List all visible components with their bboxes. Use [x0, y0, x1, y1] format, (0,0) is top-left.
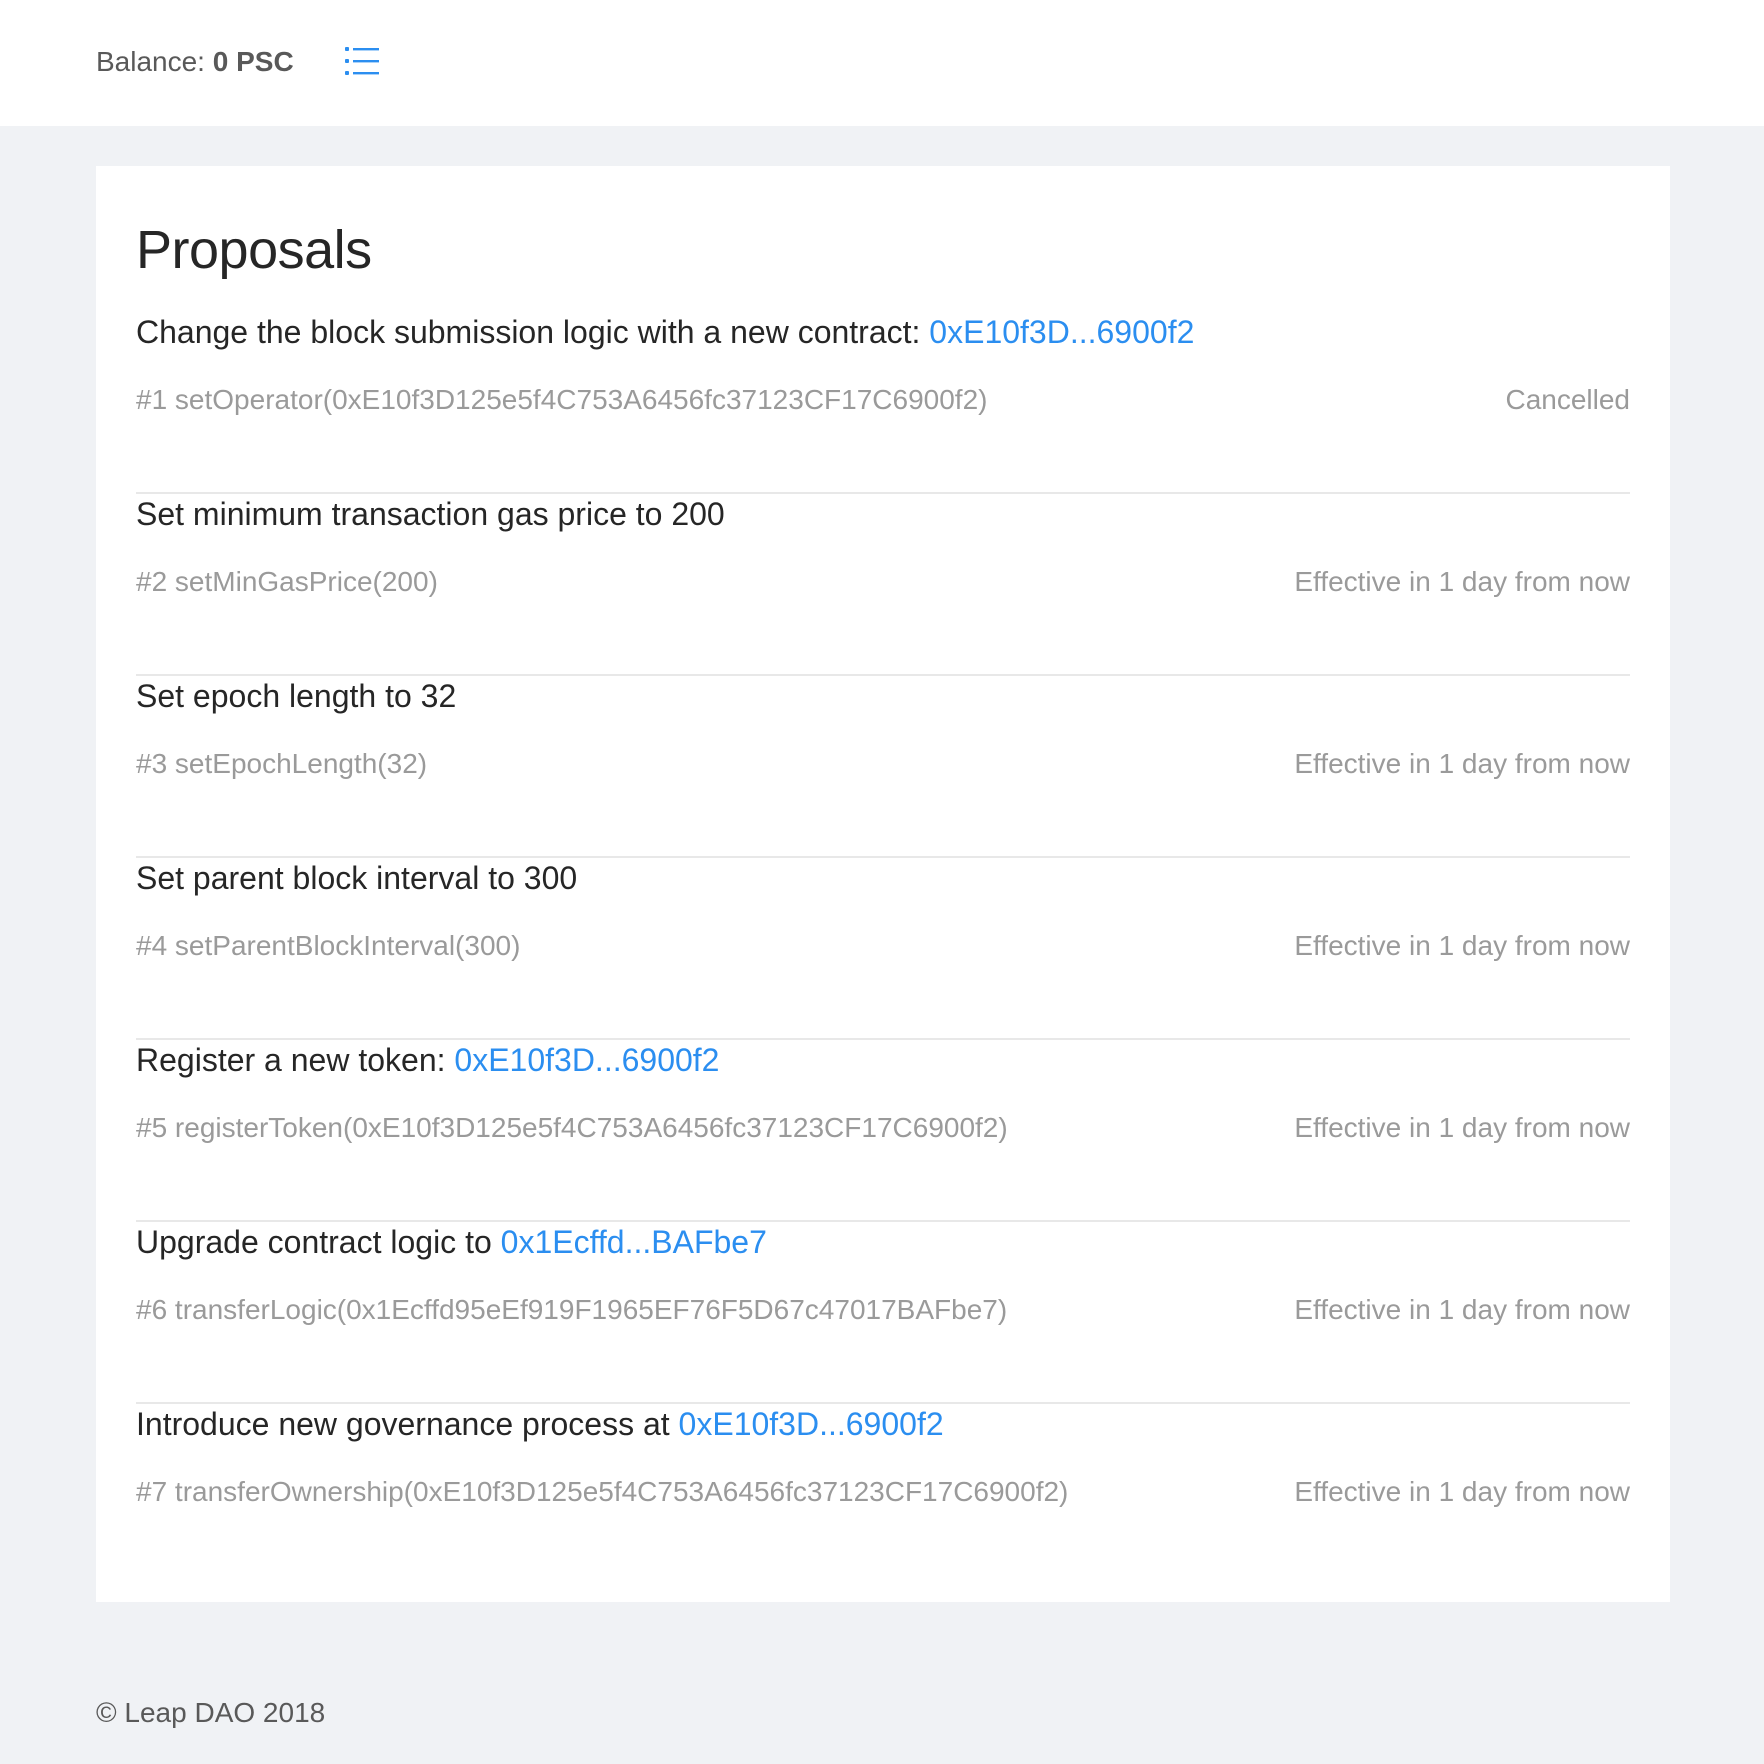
top-header: Balance: 0 PSC — [0, 0, 1764, 126]
footer-copyright: © Leap DAO 2018 — [96, 1697, 326, 1728]
proposal-call: #2 setMinGasPrice(200) — [136, 566, 438, 597]
proposal-call: #4 setParentBlockInterval(300) — [136, 930, 521, 961]
proposal-title: Set epoch length to 32 — [136, 676, 456, 716]
proposal-call: #6 transferLogic(0x1Ecffd95eEf919F1965EF… — [136, 1294, 1008, 1325]
page-title: Proposals — [136, 220, 372, 280]
proposals-card: Proposals Change the block submission lo… — [96, 166, 1670, 1602]
proposal-title-text: Set minimum transaction gas price to 200 — [136, 496, 725, 532]
proposal-item: Set minimum transaction gas price to 200… — [136, 494, 1630, 676]
proposal-status: Cancelled — [1505, 384, 1630, 415]
proposal-status: Effective in 1 day from now — [1294, 930, 1630, 961]
proposal-title: Change the block submission logic with a… — [136, 312, 1194, 352]
proposal-call: #5 registerToken(0xE10f3D125e5f4C753A645… — [136, 1112, 1008, 1143]
proposal-title: Introduce new governance process at 0xE1… — [136, 1404, 944, 1444]
proposal-item: Set parent block interval to 300 #4 setP… — [136, 858, 1630, 1040]
proposal-address-link[interactable]: 0xE10f3D...6900f2 — [929, 314, 1194, 350]
list-icon[interactable] — [343, 44, 381, 78]
proposal-status: Effective in 1 day from now — [1294, 1476, 1630, 1507]
proposal-address-link[interactable]: 0xE10f3D...6900f2 — [679, 1406, 944, 1442]
proposal-status: Effective in 1 day from now — [1294, 1294, 1630, 1325]
proposal-title-text: Register a new token: — [136, 1042, 446, 1078]
proposal-item: Introduce new governance process at 0xE1… — [136, 1404, 1630, 1586]
proposal-item: Set epoch length to 32 #3 setEpochLength… — [136, 676, 1630, 858]
proposal-title-text: Set epoch length to 32 — [136, 678, 457, 714]
proposal-title-text: Upgrade contract logic to — [136, 1224, 492, 1260]
proposal-status: Effective in 1 day from now — [1294, 748, 1630, 779]
proposal-item: Register a new token: 0xE10f3D...6900f2 … — [136, 1040, 1630, 1222]
balance-label: Balance: — [96, 46, 205, 77]
proposal-status: Effective in 1 day from now — [1294, 566, 1630, 597]
proposal-call: #1 setOperator(0xE10f3D125e5f4C753A6456f… — [136, 384, 988, 415]
proposal-title-text: Set parent block interval to 300 — [136, 860, 578, 896]
proposal-title-text: Introduce new governance process at — [136, 1406, 670, 1442]
proposal-item: Upgrade contract logic to 0x1Ecffd...BAF… — [136, 1222, 1630, 1404]
proposal-call: #3 setEpochLength(32) — [136, 748, 428, 779]
proposal-status: Effective in 1 day from now — [1294, 1112, 1630, 1143]
proposal-address-link[interactable]: 0x1Ecffd...BAFbe7 — [501, 1224, 767, 1260]
proposal-address-link[interactable]: 0xE10f3D...6900f2 — [454, 1042, 719, 1078]
balance-value: 0 PSC — [212, 46, 294, 77]
proposal-title: Upgrade contract logic to 0x1Ecffd...BAF… — [136, 1222, 767, 1262]
proposal-call: #7 transferOwnership(0xE10f3D125e5f4C753… — [136, 1476, 1069, 1507]
proposal-title: Register a new token: 0xE10f3D...6900f2 — [136, 1040, 719, 1080]
balance-display: Balance: 0 PSC — [96, 44, 294, 80]
proposal-title: Set minimum transaction gas price to 200 — [136, 494, 725, 534]
proposal-title: Set parent block interval to 300 — [136, 858, 577, 898]
proposal-item: Change the block submission logic with a… — [136, 312, 1630, 494]
proposal-title-text: Change the block submission logic with a… — [136, 314, 921, 350]
